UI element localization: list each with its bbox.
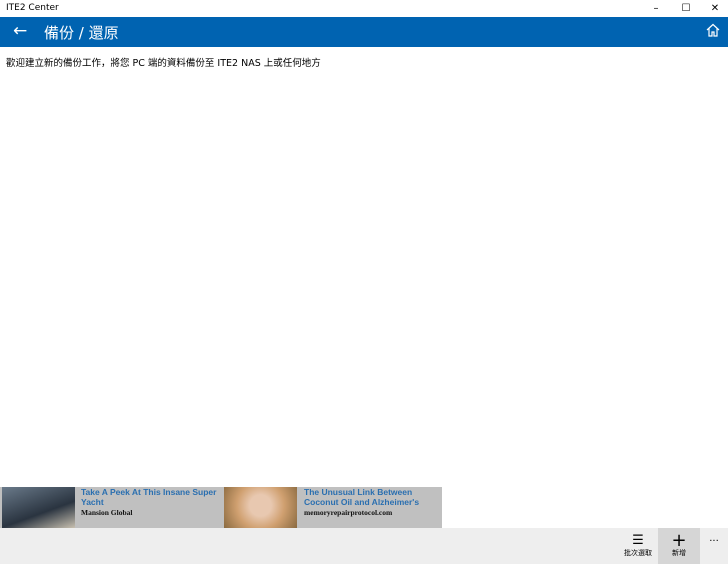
ad-source: memoryrepairprotocol.com [304, 508, 393, 517]
ad-banner[interactable]: Take A Peek At This Insane Super Yacht M… [0, 487, 442, 528]
batch-select-button[interactable]: ☰ 批次選取 [618, 528, 658, 564]
ad-item[interactable]: The Unusual Link Between Coconut Oil and… [223, 487, 444, 528]
more-button[interactable]: ··· [702, 528, 726, 564]
maximize-button[interactable]: ☐ [671, 0, 701, 17]
close-button[interactable]: ✕ [700, 0, 728, 17]
woman-portrait-image [224, 487, 297, 528]
ad-headline[interactable]: The Unusual Link Between Coconut Oil and… [304, 487, 444, 507]
page-title: 備份 / 還原 [44, 24, 119, 42]
app-bar: ☰ 批次選取 + 新增 ··· [0, 528, 728, 564]
welcome-text: 歡迎建立新的備份工作，將您 PC 端的資料備份至 ITE2 NAS 上或任何地方 [6, 58, 321, 69]
add-button[interactable]: + 新增 [658, 528, 700, 564]
window-title: ITE2 Center [6, 3, 59, 13]
home-icon[interactable] [706, 23, 720, 37]
ad-headline[interactable]: Take A Peek At This Insane Super Yacht [81, 487, 221, 507]
plus-icon: + [671, 530, 687, 551]
page-header: ← 備份 / 還原 [0, 17, 728, 47]
batch-select-label: 批次選取 [624, 549, 652, 557]
checklist-icon: ☰ [632, 533, 644, 548]
minimize-button[interactable]: – [641, 0, 671, 17]
yacht-image [2, 487, 75, 528]
ad-source: Mansion Global [81, 508, 133, 517]
title-bar: ITE2 Center – ☐ ✕ [0, 0, 728, 17]
back-arrow-icon[interactable]: ← [13, 21, 27, 41]
ad-item[interactable]: Take A Peek At This Insane Super Yacht M… [0, 487, 221, 528]
add-label: 新增 [672, 549, 686, 557]
